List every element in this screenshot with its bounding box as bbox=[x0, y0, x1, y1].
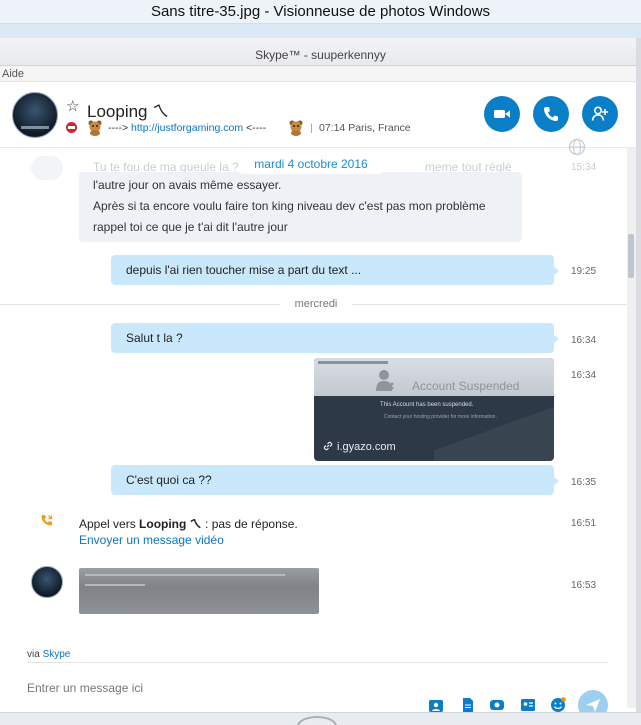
viewer-play-button[interactable] bbox=[297, 716, 337, 725]
skype-title-bar: Skype™ - suuperkennyy bbox=[0, 38, 641, 66]
faded-timestamp: 15:34 bbox=[571, 162, 597, 173]
link-icon bbox=[323, 441, 333, 451]
message-line: l'autre jour on avais même essayer. bbox=[93, 178, 282, 192]
sent-message-bubble[interactable]: depuis l'ai rien toucher mise a part du … bbox=[111, 255, 559, 285]
composer-divider bbox=[27, 662, 608, 663]
date-header: mardi 4 octobre 2016 bbox=[240, 154, 382, 174]
call-prefix: Appel vers bbox=[79, 517, 140, 531]
emoticon-icon[interactable] bbox=[550, 697, 566, 713]
image-body-line: Contact your hosting provider for more i… bbox=[384, 414, 497, 420]
message-timestamp: 16:53 bbox=[571, 580, 597, 591]
status-dnd-icon bbox=[66, 122, 77, 133]
contact-card-icon[interactable] bbox=[520, 697, 536, 713]
shared-image-preview[interactable]: Account Suspended This Account has been … bbox=[314, 358, 554, 461]
via-skype-link[interactable]: Skype bbox=[43, 649, 71, 660]
viewer-title-bar: Sans titre-35.jpg - Visionneuse de photo… bbox=[0, 0, 641, 24]
message-timestamp: 16:51 bbox=[571, 518, 597, 529]
via-prefix: via bbox=[27, 649, 43, 660]
call-notice: Appel vers Looping ㄟ : pas de réponse. bbox=[79, 515, 298, 532]
viewer-strip bbox=[0, 24, 641, 38]
image-source-text: i.gyazo.com bbox=[337, 441, 396, 453]
conversation-header: ☆ Looping ㄟ ----> http://justforgaming.c… bbox=[0, 82, 636, 148]
sent-message-bubble[interactable]: Salut t la ? bbox=[111, 323, 559, 353]
menu-bar: Aide bbox=[0, 66, 636, 82]
header-separator: | bbox=[310, 122, 313, 134]
blurred-message-bubble[interactable] bbox=[79, 568, 319, 614]
send-video-message-link[interactable]: Envoyer un message vidéo bbox=[79, 533, 224, 547]
bear-emoticon-icon bbox=[88, 120, 102, 136]
blurred-text-line bbox=[85, 584, 145, 586]
missed-call-icon bbox=[41, 515, 53, 526]
message-history[interactable]: Tu te fou de ma gueule la ? T meme tout … bbox=[0, 148, 627, 648]
message-line: rappel toi ce que je t'ai dit l'autre jo… bbox=[93, 220, 288, 234]
send-contact-icon[interactable] bbox=[428, 697, 444, 713]
bear-emoticon-icon bbox=[289, 120, 303, 136]
audio-call-button[interactable] bbox=[533, 96, 569, 132]
phone-icon bbox=[544, 107, 558, 121]
mood-message: ----> http://justforgaming.com <---- bbox=[108, 122, 266, 134]
window-border bbox=[636, 38, 641, 725]
message-timestamp: 16:34 bbox=[571, 335, 597, 346]
mood-prefix: ----> bbox=[108, 122, 132, 134]
mood-suffix: <---- bbox=[243, 122, 267, 134]
message-timestamp: 16:34 bbox=[571, 370, 597, 381]
received-message-bubble[interactable]: l'autre jour on avais même essayer. Aprè… bbox=[79, 172, 522, 242]
via-line: via Skype bbox=[27, 649, 70, 660]
menu-help[interactable]: Aide bbox=[2, 68, 24, 80]
message-input[interactable]: Entrer un message ici bbox=[27, 681, 143, 695]
add-person-icon bbox=[591, 106, 608, 121]
message-line: Après si ta encore voulu faire ton king … bbox=[93, 199, 486, 213]
globe-icon[interactable] bbox=[568, 138, 586, 156]
image-url-line bbox=[318, 361, 388, 364]
sent-message-bubble[interactable]: C'est quoi ca ?? bbox=[111, 465, 559, 495]
add-contact-button[interactable] bbox=[582, 96, 618, 132]
favorite-star-icon[interactable]: ☆ bbox=[66, 97, 79, 115]
chat-scrollbar-thumb[interactable] bbox=[628, 234, 634, 278]
user-x-icon bbox=[376, 370, 394, 391]
video-message-icon[interactable] bbox=[489, 697, 505, 713]
message-timestamp: 19:25 bbox=[571, 266, 597, 277]
call-suffix: : pas de réponse. bbox=[201, 517, 298, 531]
message-text: C'est quoi ca ?? bbox=[126, 473, 212, 487]
chat-scrollbar[interactable] bbox=[627, 148, 636, 708]
mood-link[interactable]: http://justforgaming.com bbox=[131, 122, 243, 134]
blurred-text-line bbox=[85, 574, 285, 576]
day-divider-label: mercredi bbox=[280, 298, 352, 310]
ghost-avatar bbox=[31, 156, 63, 180]
contact-local-time: 07:14 Paris, France bbox=[319, 122, 411, 134]
image-source[interactable]: i.gyazo.com bbox=[322, 440, 396, 453]
viewer-bottom-toolbar bbox=[0, 712, 641, 725]
call-contact-name: Looping ㄟ bbox=[139, 517, 202, 531]
contact-avatar-small[interactable] bbox=[31, 566, 63, 598]
message-timestamp: 16:35 bbox=[571, 477, 597, 488]
viewer-title: Sans titre-35.jpg - Visionneuse de photo… bbox=[150, 3, 491, 20]
message-text: Salut t la ? bbox=[126, 331, 183, 345]
video-call-button[interactable] bbox=[484, 96, 520, 132]
image-heading: Account Suspended bbox=[412, 379, 520, 393]
skype-window-title: Skype™ - suuperkennyy bbox=[255, 48, 386, 62]
send-file-icon[interactable] bbox=[460, 697, 476, 713]
image-body-line: This Account has been suspended. bbox=[380, 402, 474, 408]
contact-avatar[interactable] bbox=[12, 92, 58, 138]
message-text: depuis l'ai rien toucher mise a part du … bbox=[126, 263, 362, 277]
camera-icon bbox=[494, 110, 510, 118]
